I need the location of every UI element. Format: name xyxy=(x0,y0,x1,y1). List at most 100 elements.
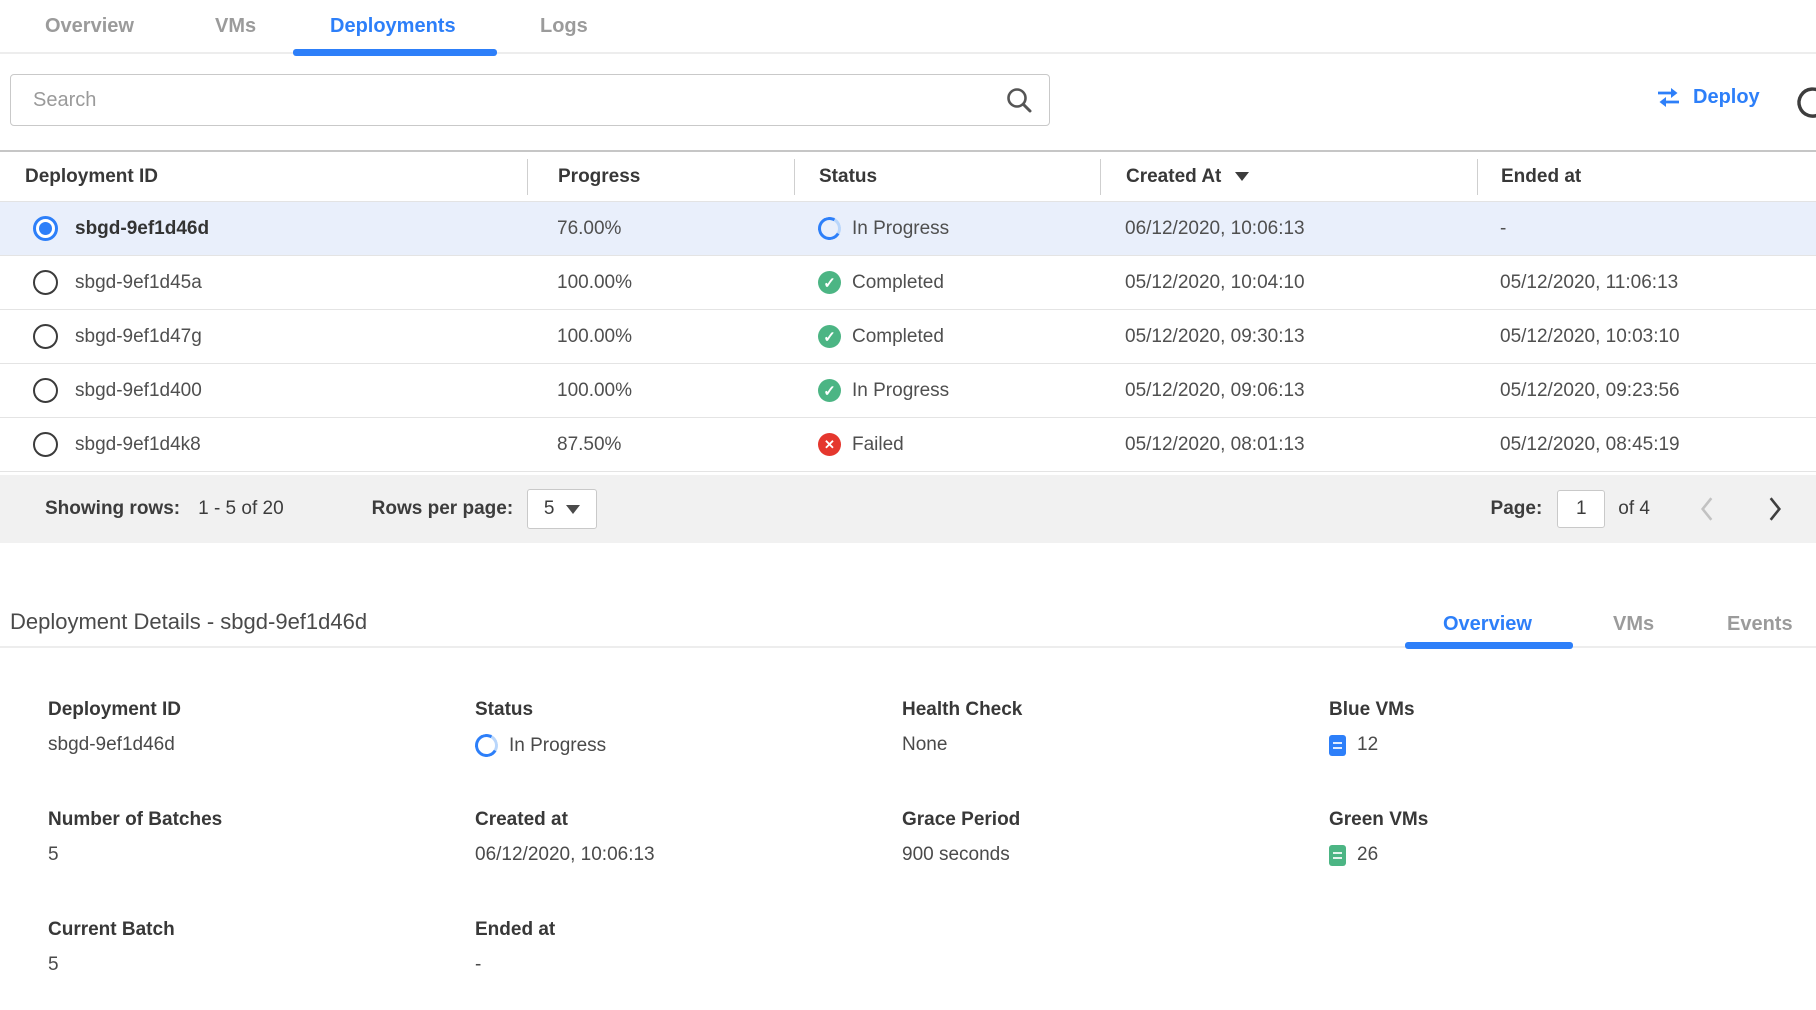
col-created-at[interactable]: Created At xyxy=(1100,159,1477,195)
next-page-icon[interactable] xyxy=(1764,496,1786,522)
active-details-tab-indicator xyxy=(1405,642,1573,649)
details-tab-events[interactable]: Events xyxy=(1727,613,1793,636)
detail-field-label: Deployment ID xyxy=(48,699,475,721)
row-radio[interactable] xyxy=(33,270,58,295)
status-icon xyxy=(818,379,841,402)
search-input[interactable] xyxy=(10,74,1050,126)
status-text: In Progress xyxy=(852,380,949,402)
details-title: Deployment Details - sbgd-9ef1d46d xyxy=(10,609,367,635)
deployment-id-value: sbgd-9ef1d400 xyxy=(75,380,202,402)
col-progress[interactable]: Progress xyxy=(527,159,794,195)
detail-field-value: In Progress xyxy=(509,735,606,757)
detail-field-label: Grace Period xyxy=(902,809,1329,831)
status-icon xyxy=(818,271,841,294)
detail-field: Current Batch 5 xyxy=(48,900,475,1010)
detail-field-value: 5 xyxy=(48,844,59,866)
table-body: sbgd-9ef1d46d 76.00% In Progress 06/12/2… xyxy=(0,202,1816,472)
progress-value: 87.50% xyxy=(527,434,794,456)
status-icon xyxy=(815,214,843,242)
table-row[interactable]: sbgd-9ef1d4k8 87.50% Failed 05/12/2020, … xyxy=(0,418,1816,472)
ended-at-value: 05/12/2020, 11:06:13 xyxy=(1477,272,1816,294)
showing-rows-value: 1 - 5 of 20 xyxy=(198,498,284,520)
col-deployment-id[interactable]: Deployment ID xyxy=(0,159,527,195)
status-icon xyxy=(818,433,841,456)
detail-value-icon xyxy=(1329,735,1346,756)
status-text: Failed xyxy=(852,434,904,456)
ended-at-value: 05/12/2020, 09:23:56 xyxy=(1477,380,1816,402)
row-radio[interactable] xyxy=(33,324,58,349)
rows-per-page-value: 5 xyxy=(544,498,555,520)
detail-field-value: - xyxy=(475,954,481,976)
table-pagination-bar: Showing rows: 1 - 5 of 20 Rows per page:… xyxy=(0,475,1816,543)
tab-overview[interactable]: Overview xyxy=(45,15,134,38)
progress-value: 100.00% xyxy=(527,326,794,348)
deployment-id-value: sbgd-9ef1d46d xyxy=(75,218,209,240)
deployment-id-value: sbgd-9ef1d45a xyxy=(75,272,202,294)
deploy-label: Deploy xyxy=(1693,86,1760,109)
created-at-value: 06/12/2020, 10:06:13 xyxy=(1100,218,1477,240)
detail-field: Number of Batches 5 xyxy=(48,790,475,900)
detail-field-label: Blue VMs xyxy=(1329,699,1806,721)
progress-value: 100.00% xyxy=(527,272,794,294)
detail-field: Deployment ID sbgd-9ef1d46d xyxy=(48,680,475,790)
row-radio[interactable] xyxy=(33,216,58,241)
row-radio[interactable] xyxy=(33,378,58,403)
ended-at-value: 05/12/2020, 08:45:19 xyxy=(1477,434,1816,456)
detail-field: Grace Period 900 seconds xyxy=(902,790,1329,900)
created-at-value: 05/12/2020, 09:06:13 xyxy=(1100,380,1477,402)
detail-field-value: 26 xyxy=(1357,844,1378,866)
row-radio[interactable] xyxy=(33,432,58,457)
page-label: Page: xyxy=(1491,498,1543,520)
detail-field: Ended at - xyxy=(475,900,902,1010)
main-tab-bar: Overview VMs Deployments Logs xyxy=(0,0,1816,54)
details-tab-vms[interactable]: VMs xyxy=(1613,613,1654,636)
table-row[interactable]: sbgd-9ef1d47g 100.00% Completed 05/12/20… xyxy=(0,310,1816,364)
detail-field-value: 06/12/2020, 10:06:13 xyxy=(475,844,655,866)
refresh-button[interactable] xyxy=(1794,84,1816,124)
table-row[interactable]: sbgd-9ef1d45a 100.00% Completed 05/12/20… xyxy=(0,256,1816,310)
detail-field-label: Ended at xyxy=(475,919,902,941)
active-tab-indicator xyxy=(293,49,497,56)
detail-value-icon xyxy=(472,731,500,759)
tab-vms[interactable]: VMs xyxy=(215,15,256,38)
status-text: In Progress xyxy=(852,218,949,240)
detail-field: Health Check None xyxy=(902,680,1329,790)
table-header: Deployment ID Progress Status Created At… xyxy=(0,150,1816,202)
detail-field-value: None xyxy=(902,734,947,756)
detail-field: Blue VMs 12 xyxy=(1329,680,1806,790)
detail-field-label: Health Check xyxy=(902,699,1329,721)
swap-arrows-icon xyxy=(1655,87,1682,108)
table-row[interactable]: sbgd-9ef1d46d 76.00% In Progress 06/12/2… xyxy=(0,202,1816,256)
search-box xyxy=(10,74,1050,126)
tab-deployments[interactable]: Deployments xyxy=(330,15,456,38)
details-header: Deployment Details - sbgd-9ef1d46d Overv… xyxy=(0,606,1816,648)
detail-field-label: Number of Batches xyxy=(48,809,475,831)
deploy-button[interactable]: Deploy xyxy=(1655,86,1760,109)
sort-desc-icon[interactable] xyxy=(1235,172,1249,181)
page-number-input[interactable] xyxy=(1557,490,1605,528)
progress-value: 76.00% xyxy=(527,218,794,240)
created-at-value: 05/12/2020, 08:01:13 xyxy=(1100,434,1477,456)
detail-field-label: Current Batch xyxy=(48,919,475,941)
status-icon xyxy=(818,325,841,348)
progress-value: 100.00% xyxy=(527,380,794,402)
search-icon xyxy=(1004,85,1034,115)
col-ended-at[interactable]: Ended at xyxy=(1477,159,1816,195)
deployment-id-value: sbgd-9ef1d4k8 xyxy=(75,434,201,456)
details-grid: Deployment ID sbgd-9ef1d46d Status In Pr… xyxy=(48,680,1806,1010)
showing-rows-label: Showing rows: xyxy=(45,498,180,520)
ended-at-value: - xyxy=(1477,218,1816,240)
detail-field: Created at 06/12/2020, 10:06:13 xyxy=(475,790,902,900)
tab-logs[interactable]: Logs xyxy=(540,15,588,38)
rows-per-page-label: Rows per page: xyxy=(372,498,513,520)
detail-field: Status In Progress xyxy=(475,680,902,790)
table-row[interactable]: sbgd-9ef1d400 100.00% In Progress 05/12/… xyxy=(0,364,1816,418)
previous-page-icon[interactable] xyxy=(1696,496,1718,522)
detail-field-label: Status xyxy=(475,699,902,721)
col-status[interactable]: Status xyxy=(794,159,1100,195)
status-text: Completed xyxy=(852,272,944,294)
created-at-value: 05/12/2020, 10:04:10 xyxy=(1100,272,1477,294)
details-tab-overview[interactable]: Overview xyxy=(1443,613,1532,636)
created-at-value: 05/12/2020, 09:30:13 xyxy=(1100,326,1477,348)
rows-per-page-select[interactable]: 5 xyxy=(527,489,597,529)
